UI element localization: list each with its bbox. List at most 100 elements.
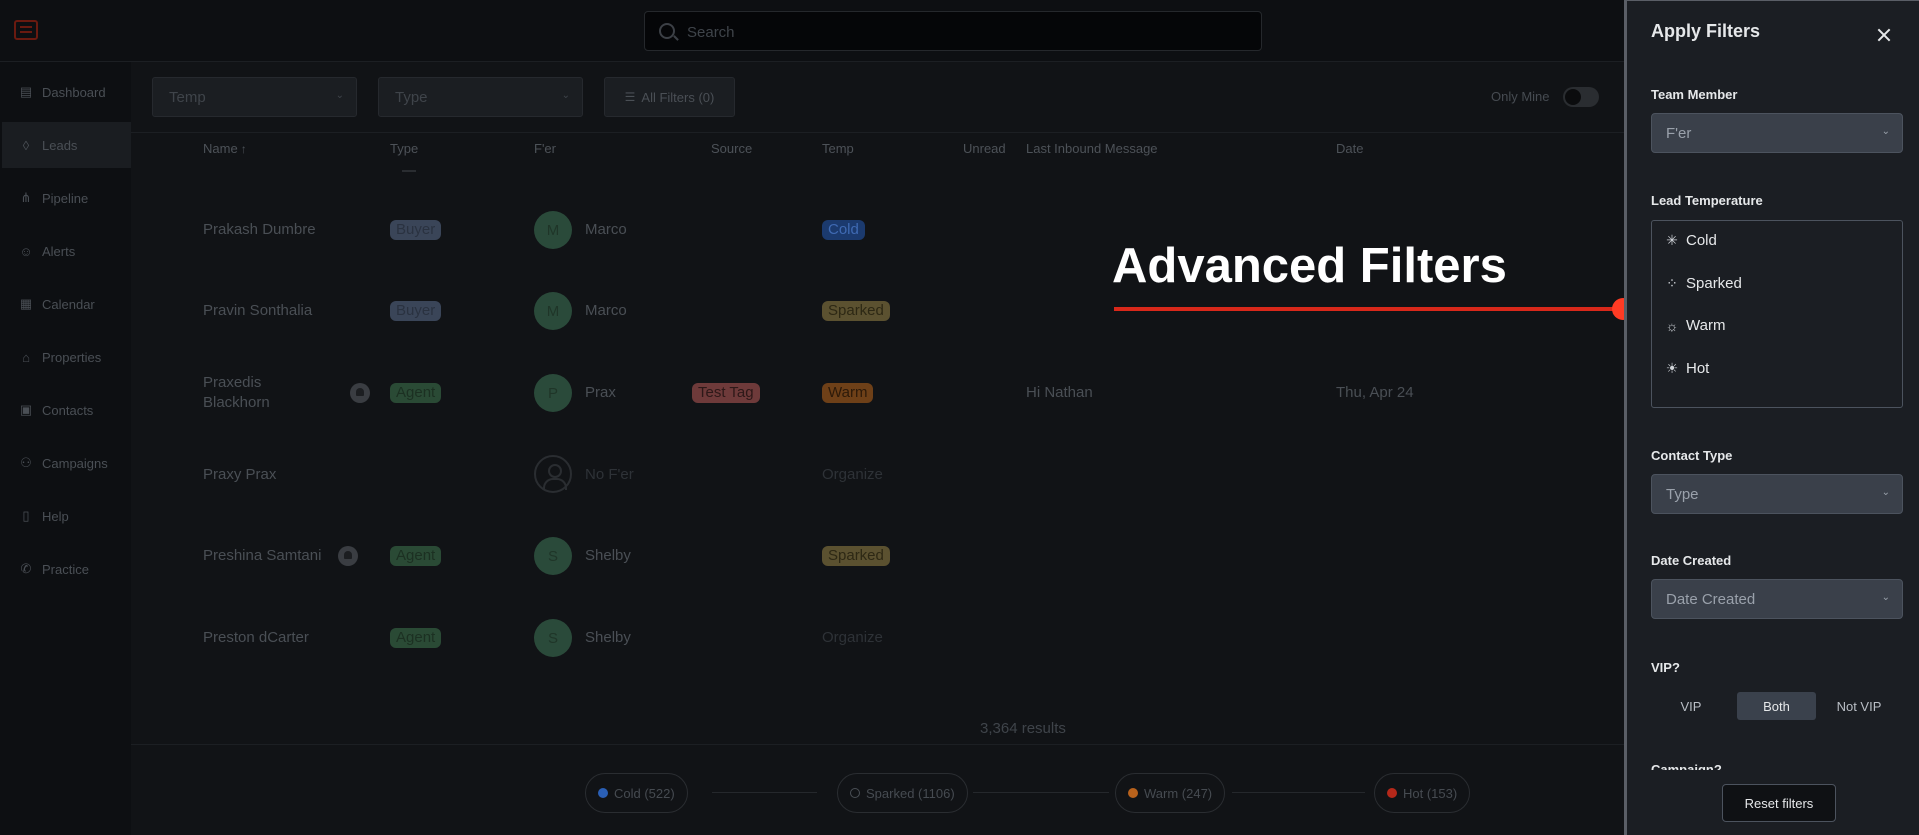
last-message: Hi Nathan <box>1026 384 1093 401</box>
header-temp[interactable]: Temp <box>822 141 854 156</box>
temp-pill-hot[interactable]: Hot (153) <box>1374 773 1471 813</box>
lead-name[interactable]: Preshina Samtani <box>203 547 321 564</box>
header-unread[interactable]: Unread <box>963 141 1006 156</box>
sidebar-item-label: Contacts <box>42 402 94 418</box>
chevron-down-icon: ⌄ <box>335 90 344 101</box>
header-last-inbound-message[interactable]: Last Inbound Message <box>1026 141 1158 156</box>
sidebar-item-leads[interactable]: ◊ Leads <box>2 122 131 168</box>
temp-pill-label: Warm (247) <box>1144 785 1213 801</box>
fer-name: Shelby <box>585 629 631 646</box>
temp-pill-warm[interactable]: Warm (247) <box>1115 773 1226 813</box>
campaigns-icon: ⚇ <box>20 455 32 470</box>
sidebar-item-practice[interactable]: ✆ Practice <box>2 546 131 592</box>
sidebar-item-label: Campaigns <box>42 455 108 471</box>
temp-option-cold[interactable]: ✳ Cold <box>1664 232 1717 249</box>
header-source[interactable]: Source <box>711 141 752 156</box>
team-member-select[interactable]: F'er ⌄ <box>1651 113 1903 153</box>
lead-name[interactable]: Prakash Dumbre <box>203 221 316 238</box>
notification-icon <box>338 546 358 566</box>
all-filters-button[interactable]: ☰ All Filters (0) <box>604 77 735 117</box>
temp-badge: Sparked <box>822 546 890 566</box>
temp-option-sparked[interactable]: ⁘ Sparked <box>1664 275 1742 292</box>
logo-icon[interactable] <box>14 20 38 40</box>
temperature-summary-bar: Cold (522) Sparked (1106) Warm (247) Hot… <box>131 744 1624 835</box>
reset-filters-button[interactable]: Reset filters <box>1722 784 1836 822</box>
close-icon[interactable] <box>1874 25 1894 45</box>
lead-name-line-2[interactable]: Blackhorn <box>203 394 270 411</box>
vip-option-vip[interactable]: VIP <box>1663 692 1719 720</box>
vip-option-not-vip[interactable]: Not VIP <box>1820 692 1898 720</box>
connector-line <box>973 792 1109 793</box>
temp-dropdown[interactable]: Temp ⌄ <box>152 77 357 117</box>
annotation-label: Advanced Filters <box>1112 239 1507 293</box>
search-bar[interactable] <box>644 11 1262 51</box>
sidebar-item-help[interactable]: ▯ Help <box>2 493 131 539</box>
table-row[interactable]: Preston dCarter Agent S Shelby Organize <box>131 596 1624 677</box>
type-badge: Agent <box>390 546 442 566</box>
type-badge: Buyer <box>390 301 442 321</box>
temp-badge: Warm <box>822 383 874 403</box>
sidebar-item-label: Help <box>42 508 69 524</box>
contact-type-select[interactable]: Type ⌄ <box>1651 474 1903 514</box>
header-date[interactable]: Date <box>1336 141 1363 156</box>
type-dropdown[interactable]: Type ⌄ <box>378 77 583 117</box>
date-created-select[interactable]: Date Created ⌄ <box>1651 579 1903 619</box>
vip-option-both[interactable]: Both <box>1737 692 1816 720</box>
temp-pill-cold[interactable]: Cold (522) <box>585 773 688 813</box>
sidebar-item-calendar[interactable]: ▦ Calendar <box>2 281 131 327</box>
leads-app: ▤ Dashboard ◊ Leads ⋔ Pipeline ☺ Alerts ▦ Cal… <box>0 0 1624 835</box>
lead-name[interactable]: Praxy Prax <box>203 466 276 483</box>
organize-link[interactable]: Organize <box>822 466 883 483</box>
date-created-value: Date Created <box>1666 591 1756 608</box>
temp-pill-label: Sparked (1106) <box>866 785 955 801</box>
table-row[interactable]: Praxy Prax No F'er Organize <box>131 433 1624 514</box>
sun-icon: ☼ <box>1665 317 1679 334</box>
temp-pill-sparked[interactable]: Sparked (1106) <box>837 773 968 813</box>
temp-option-label: Hot <box>1686 360 1710 377</box>
sidebar-item-properties[interactable]: ⌂ Properties <box>2 334 131 380</box>
sidebar-item-label: Properties <box>42 349 102 365</box>
sidebar-item-campaigns[interactable]: ⚇ Campaigns <box>2 440 131 486</box>
only-mine-toggle[interactable] <box>1563 87 1599 107</box>
hot-sun-icon <box>1387 788 1397 798</box>
snowflake-icon <box>598 788 608 798</box>
temp-pill-label: Hot (153) <box>1403 785 1458 801</box>
chevron-down-icon: ⌄ <box>561 90 570 101</box>
home-icon: ⌂ <box>22 349 30 365</box>
header-fer[interactable]: F'er <box>534 141 556 156</box>
temp-dropdown-label: Temp <box>169 89 206 106</box>
top-bar <box>0 0 1624 62</box>
temp-pill-label: Cold (522) <box>614 785 675 801</box>
type-badge: Buyer <box>390 220 442 240</box>
sidebar-item-dashboard[interactable]: ▤ Dashboard <box>2 69 131 115</box>
search-icon <box>659 23 675 39</box>
team-member-value: F'er <box>1666 125 1692 142</box>
header-name-label: Name <box>203 141 238 156</box>
temp-option-label: Sparked <box>1686 275 1742 292</box>
sidebar-item-alerts[interactable]: ☺ Alerts <box>2 228 131 274</box>
lead-name[interactable]: Pravin Sonthalia <box>203 302 312 319</box>
lead-name[interactable]: Preston dCarter <box>203 629 309 646</box>
lead-name-line-1[interactable]: Praxedis <box>203 374 261 391</box>
flame-icon: ◊ <box>22 137 30 153</box>
vip-label: VIP? <box>1651 660 1680 675</box>
header-name[interactable]: Name ↑ <box>203 141 247 156</box>
sidebar-item-contacts[interactable]: ▣ Contacts <box>2 387 131 433</box>
temp-option-warm[interactable]: ☼ Warm <box>1664 317 1726 334</box>
avatar: S <box>534 619 572 657</box>
header-type[interactable]: Type <box>390 141 418 156</box>
sidebar: ▤ Dashboard ◊ Leads ⋔ Pipeline ☺ Alerts ▦ Cal… <box>0 62 131 835</box>
snowflake-icon: ✳ <box>1666 232 1678 248</box>
type-badge: Agent <box>390 628 442 648</box>
apply-filters-panel: Apply Filters Team Member F'er ⌄ Lead Tem… <box>1624 0 1919 835</box>
search-input[interactable] <box>687 21 1247 43</box>
organize-link[interactable]: Organize <box>822 629 883 646</box>
filter-bar: Temp ⌄ Type ⌄ ☰ All Filters (0) Only Mine <box>131 62 1624 132</box>
sidebar-item-pipeline[interactable]: ⋔ Pipeline <box>2 175 131 221</box>
table-row[interactable]: Praxedis Blackhorn Agent P Prax Test Tag… <box>131 352 1624 433</box>
temp-option-hot[interactable]: ☀ Hot <box>1664 360 1710 377</box>
table-row[interactable]: Preshina Samtani Agent S Shelby Sparked <box>131 515 1624 596</box>
filter-icon: ☰ <box>624 90 636 104</box>
sidebar-item-label: Calendar <box>42 296 95 312</box>
lead-temperature-list: ✳ Cold ⁘ Sparked ☼ Warm ☀ Hot <box>1651 220 1903 408</box>
